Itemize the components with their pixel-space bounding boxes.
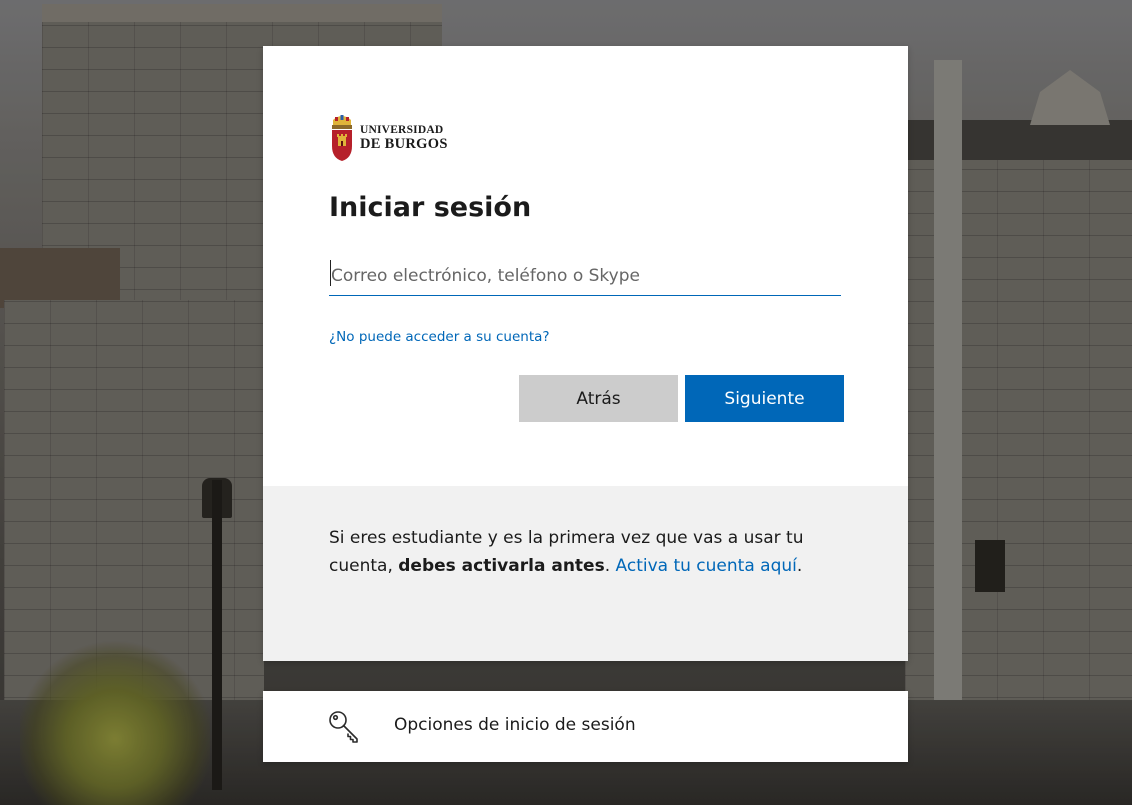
notice-text-middle: . xyxy=(604,556,616,576)
crest-icon xyxy=(332,115,352,161)
signin-options-label: Opciones de inicio de sesión xyxy=(394,715,636,735)
text-caret xyxy=(330,260,331,286)
key-icon xyxy=(329,711,358,743)
signin-options-button[interactable]: Opciones de inicio de sesión xyxy=(263,691,908,762)
notice-text-after: . xyxy=(796,556,803,576)
logo-wordmark: UNIVERSIDAD DE BURGOS xyxy=(360,123,448,152)
logo-line-2: DE BURGOS xyxy=(360,136,448,152)
page-title: Iniciar sesión xyxy=(329,192,532,223)
activate-account-link[interactable]: Activa tu cuenta aquí xyxy=(616,556,797,576)
cant-access-account-link[interactable]: ¿No puede acceder a su cuenta? xyxy=(329,329,550,345)
signin-card: UNIVERSIDAD DE BURGOS Iniciar sesión ¿No… xyxy=(263,46,908,661)
signin-main: UNIVERSIDAD DE BURGOS Iniciar sesión ¿No… xyxy=(263,46,908,486)
notice-bold: debes activarla antes xyxy=(398,556,605,576)
back-button[interactable]: Atrás xyxy=(519,375,678,422)
email-field[interactable] xyxy=(329,256,841,296)
logo-line-1: UNIVERSIDAD xyxy=(360,123,444,136)
activation-notice: Si eres estudiante y es la primera vez q… xyxy=(263,486,908,661)
activation-text: Si eres estudiante y es la primera vez q… xyxy=(329,524,849,580)
university-logo: UNIVERSIDAD DE BURGOS xyxy=(329,112,448,164)
next-button[interactable]: Siguiente xyxy=(685,375,844,422)
